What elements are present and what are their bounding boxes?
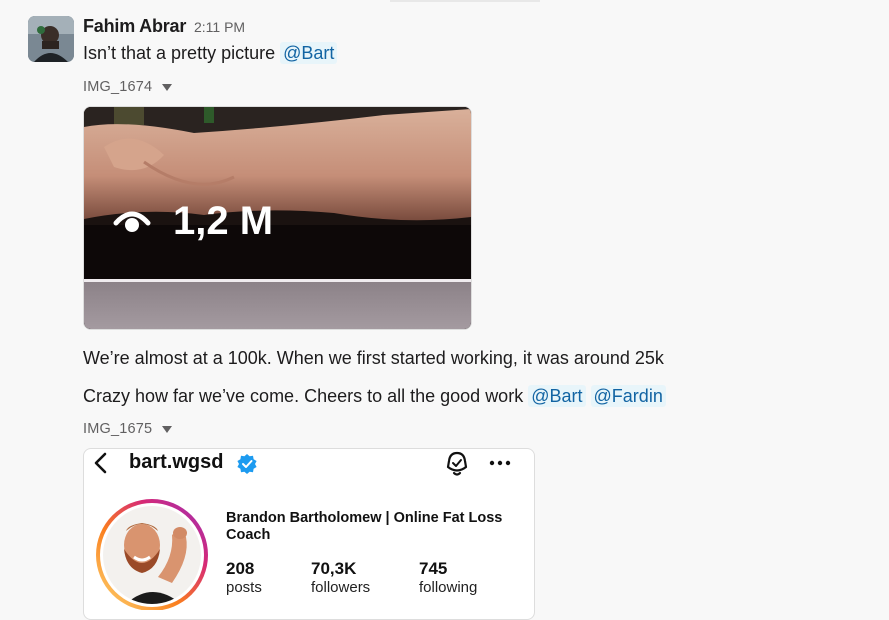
following-count[interactable]: 745 bbox=[419, 559, 447, 579]
message-line-3: Crazy how far we’ve come. Cheers to all … bbox=[83, 384, 666, 408]
profile-picture[interactable] bbox=[94, 497, 210, 610]
view-count: 1,2 M bbox=[173, 199, 274, 243]
posts-label[interactable]: posts bbox=[226, 579, 262, 596]
following-label[interactable]: following bbox=[419, 579, 477, 596]
author-name[interactable]: Fahim Abrar bbox=[83, 16, 186, 37]
image-attachment-1[interactable]: 1,2 M bbox=[83, 106, 472, 330]
message-text: Crazy how far we’ve come. Cheers to all … bbox=[83, 386, 524, 406]
followers-label[interactable]: followers bbox=[311, 579, 370, 596]
mention-fardin[interactable]: @Fardin bbox=[590, 385, 666, 407]
caret-down-icon[interactable] bbox=[162, 84, 173, 91]
file-name: IMG_1675 bbox=[83, 421, 153, 437]
more-options-icon[interactable] bbox=[489, 459, 511, 467]
mention-bart[interactable]: @Bart bbox=[528, 385, 586, 407]
message-text: Isn’t that a pretty picture bbox=[83, 43, 276, 63]
timestamp[interactable]: 2:11 PM bbox=[194, 19, 245, 35]
file-label-img1674[interactable]: IMG_1674 bbox=[83, 79, 173, 95]
message-line-1: Isn’t that a pretty picture @Bart bbox=[83, 41, 338, 65]
profile-display-name: Brandon Bartholomew | Online Fat Loss Co… bbox=[226, 510, 503, 543]
caret-down-icon[interactable] bbox=[162, 426, 173, 433]
chat-message: Fahim Abrar 2:11 PM Isn’t that a pretty … bbox=[0, 0, 889, 620]
back-chevron-icon[interactable] bbox=[92, 452, 110, 474]
file-name: IMG_1674 bbox=[83, 79, 153, 95]
profile-handle: bart.wgsd bbox=[129, 451, 224, 473]
posts-count[interactable]: 208 bbox=[226, 559, 254, 579]
avatar[interactable] bbox=[28, 16, 74, 62]
message-line-2: We’re almost at a 100k. When we first st… bbox=[83, 348, 664, 368]
followers-count[interactable]: 70,3K bbox=[311, 559, 356, 579]
file-label-img1675[interactable]: IMG_1675 bbox=[83, 421, 173, 437]
mention-bart[interactable]: @Bart bbox=[280, 42, 338, 64]
verified-badge-icon bbox=[237, 454, 257, 474]
notification-bell-icon[interactable] bbox=[444, 450, 470, 478]
